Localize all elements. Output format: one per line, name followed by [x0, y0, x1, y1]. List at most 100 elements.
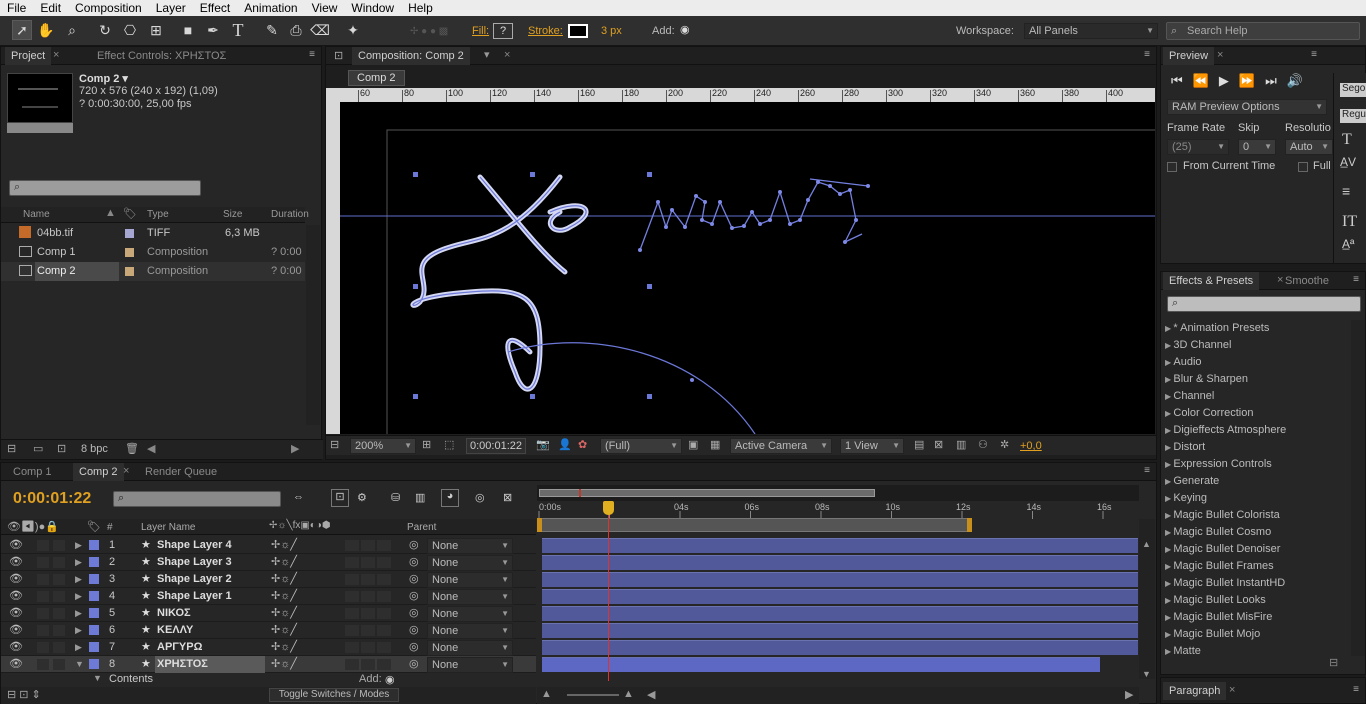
close-icon[interactable]: × [53, 49, 59, 61]
layer-name[interactable]: ΧΡΗΣΤΟΣ [155, 656, 265, 673]
column-layer-name[interactable]: Layer Name [141, 522, 195, 533]
parent-dropdown[interactable]: None [427, 538, 513, 554]
baseline-shift-icon[interactable]: A̲ª [1342, 237, 1354, 251]
switch-box[interactable] [377, 625, 391, 636]
label-color-swatch[interactable] [89, 625, 99, 635]
zoom-slider[interactable] [567, 694, 619, 696]
expand-right-icon[interactable]: ▶ [75, 605, 82, 622]
show-snapshot-icon[interactable]: 👤 [558, 438, 572, 451]
layer-duration-bar[interactable] [542, 555, 1138, 570]
switch-box[interactable] [377, 642, 391, 653]
menu-effect[interactable]: Effect [193, 0, 237, 16]
solo-switch[interactable] [37, 540, 49, 551]
exposure-value[interactable]: +0,0 [1020, 440, 1042, 452]
draft-3d-icon[interactable]: ⊡ [331, 489, 349, 507]
effect-category-item[interactable]: Magic Bullet Colorista [1165, 507, 1279, 524]
panel-menu-icon[interactable]: ≡ [1311, 49, 1317, 60]
effects-search-input[interactable]: ⌕ [1167, 296, 1361, 312]
auto-keyframe-icon[interactable]: ⊠ [503, 491, 512, 504]
parent-dropdown[interactable]: None [427, 572, 513, 588]
lock-switch[interactable] [53, 625, 65, 636]
stroke-label[interactable]: Stroke: [528, 25, 563, 37]
kerning-icon[interactable]: A̲V [1340, 155, 1356, 169]
brainstorm-icon[interactable]: ◕ [441, 489, 459, 507]
switches-icons[interactable]: ✢☼╱ [271, 537, 297, 554]
switch-box[interactable] [345, 557, 359, 568]
switches-icons[interactable]: ✢☼╱ [271, 554, 297, 571]
skip-dropdown[interactable]: 0 [1238, 139, 1276, 155]
workspace-dropdown[interactable]: All Panels [1024, 23, 1158, 39]
close-icon[interactable]: × [504, 49, 510, 61]
tab-comp-1[interactable]: Comp 1 [7, 463, 58, 481]
label-swatch[interactable] [125, 229, 134, 238]
mask-visibility-icon[interactable]: ⬚ [444, 438, 454, 451]
column-parent[interactable]: Parent [407, 522, 436, 533]
resolution-dropdown[interactable]: Auto [1285, 139, 1333, 155]
hide-shy-icon[interactable]: ⚙ [357, 491, 367, 504]
solo-switch[interactable] [37, 642, 49, 653]
zoom-tool-icon[interactable]: ⌕ [62, 20, 82, 40]
scroll-down-icon[interactable]: ▼ [1142, 669, 1151, 679]
zoom-dropdown[interactable]: 200% [350, 438, 416, 454]
snapshot-icon[interactable]: 📷 [536, 438, 550, 451]
column-duration[interactable]: Duration [271, 209, 309, 220]
solo-switch[interactable] [37, 625, 49, 636]
camera-tool-icon[interactable]: ⎔ [120, 20, 140, 40]
layer-name[interactable]: Shape Layer 2 [155, 571, 265, 588]
solo-switch[interactable] [37, 557, 49, 568]
label-color-swatch[interactable] [89, 540, 99, 550]
project-row[interactable]: 04bb.tif TIFF 6,3 MB [1, 224, 305, 243]
pick-whip-icon[interactable]: ◎ [409, 554, 419, 571]
switch-box[interactable] [377, 591, 391, 602]
expand-right-icon[interactable]: ▶ [75, 588, 82, 605]
channel-icon[interactable]: ✿ [578, 438, 587, 451]
layer-row[interactable]: 👁 ▶ 4 ★ Shape Layer 1 ✢☼╱ ◎ None [1, 588, 536, 605]
current-time-field[interactable]: 0:00:01:22 [466, 438, 526, 454]
panel-menu-icon[interactable]: ≡ [1144, 49, 1150, 60]
vertical-scale-icon[interactable]: IT [1342, 213, 1357, 231]
composition-viewer[interactable] [340, 102, 1155, 434]
solo-switch[interactable] [37, 591, 49, 602]
motion-blur-icon[interactable]: ▥ [415, 491, 425, 504]
zoom-out-icon[interactable]: ▲ [541, 688, 552, 700]
interpret-footage-icon[interactable]: ⊟ [7, 442, 16, 455]
camera-dropdown[interactable]: Active Camera [730, 438, 832, 454]
solo-switch[interactable] [37, 659, 49, 670]
transparency-grid-icon[interactable]: ▦ [710, 438, 720, 451]
project-row[interactable]: Comp 1 Composition ? 0:00 [1, 243, 305, 262]
layer-row[interactable]: 👁 ▶ 6 ★ ΚΕΛΛΥ ✢☼╱ ◎ None [1, 622, 536, 639]
project-row-selected[interactable]: Comp 2 Composition ? 0:00 [1, 262, 305, 281]
expand-down-icon[interactable]: ▼ [75, 656, 84, 673]
ram-preview-options[interactable]: RAM Preview Options [1167, 99, 1327, 115]
safe-zones-icon[interactable]: ⊞ [422, 438, 431, 451]
switches-icons[interactable]: ✢☼╱ [271, 588, 297, 605]
graph-editor-icon[interactable]: ◎ [475, 491, 485, 504]
switch-box[interactable] [361, 540, 375, 551]
layer-duration-bar[interactable] [542, 657, 1100, 672]
tab-render-queue[interactable]: Render Queue [139, 463, 223, 481]
close-icon[interactable]: × [1217, 49, 1223, 61]
switches-icons[interactable]: ✢☼╱ [271, 605, 297, 622]
item-name[interactable]: Comp 2 ▾ [79, 72, 128, 85]
layer-duration-bar[interactable] [542, 623, 1138, 638]
scroll-left-icon[interactable]: ◀ [647, 688, 655, 701]
layer-duration-bar[interactable] [542, 606, 1138, 621]
layer-row[interactable]: 👁 ▶ 1 ★ Shape Layer 4 ✢☼╱ ◎ None [1, 537, 536, 554]
pan-behind-tool-icon[interactable]: ⊞ [146, 20, 166, 40]
effect-category-item[interactable]: Keying [1165, 490, 1207, 507]
expand-icon[interactable]: ▼ [93, 673, 102, 683]
effect-category-item[interactable]: Generate [1165, 473, 1219, 490]
layer-name[interactable]: ΝΙΚΟΣ [155, 605, 265, 622]
add-button-icon[interactable]: ◉ [385, 673, 395, 686]
puppet-tool-icon[interactable]: ✦ [343, 20, 363, 40]
font-style-field[interactable]: Regu [1340, 109, 1366, 123]
view-layout-dropdown[interactable]: 1 View [840, 438, 904, 454]
eye-icon[interactable]: 👁 [9, 571, 23, 588]
label-swatch[interactable] [125, 248, 134, 257]
expand-right-icon[interactable]: ▶ [75, 571, 82, 588]
parent-dropdown[interactable]: None [427, 623, 513, 639]
expand-right-icon[interactable]: ▶ [75, 554, 82, 571]
effect-category-item[interactable]: Audio [1165, 354, 1201, 371]
label-color-swatch[interactable] [89, 574, 99, 584]
eye-icon[interactable]: 👁 [9, 622, 23, 639]
